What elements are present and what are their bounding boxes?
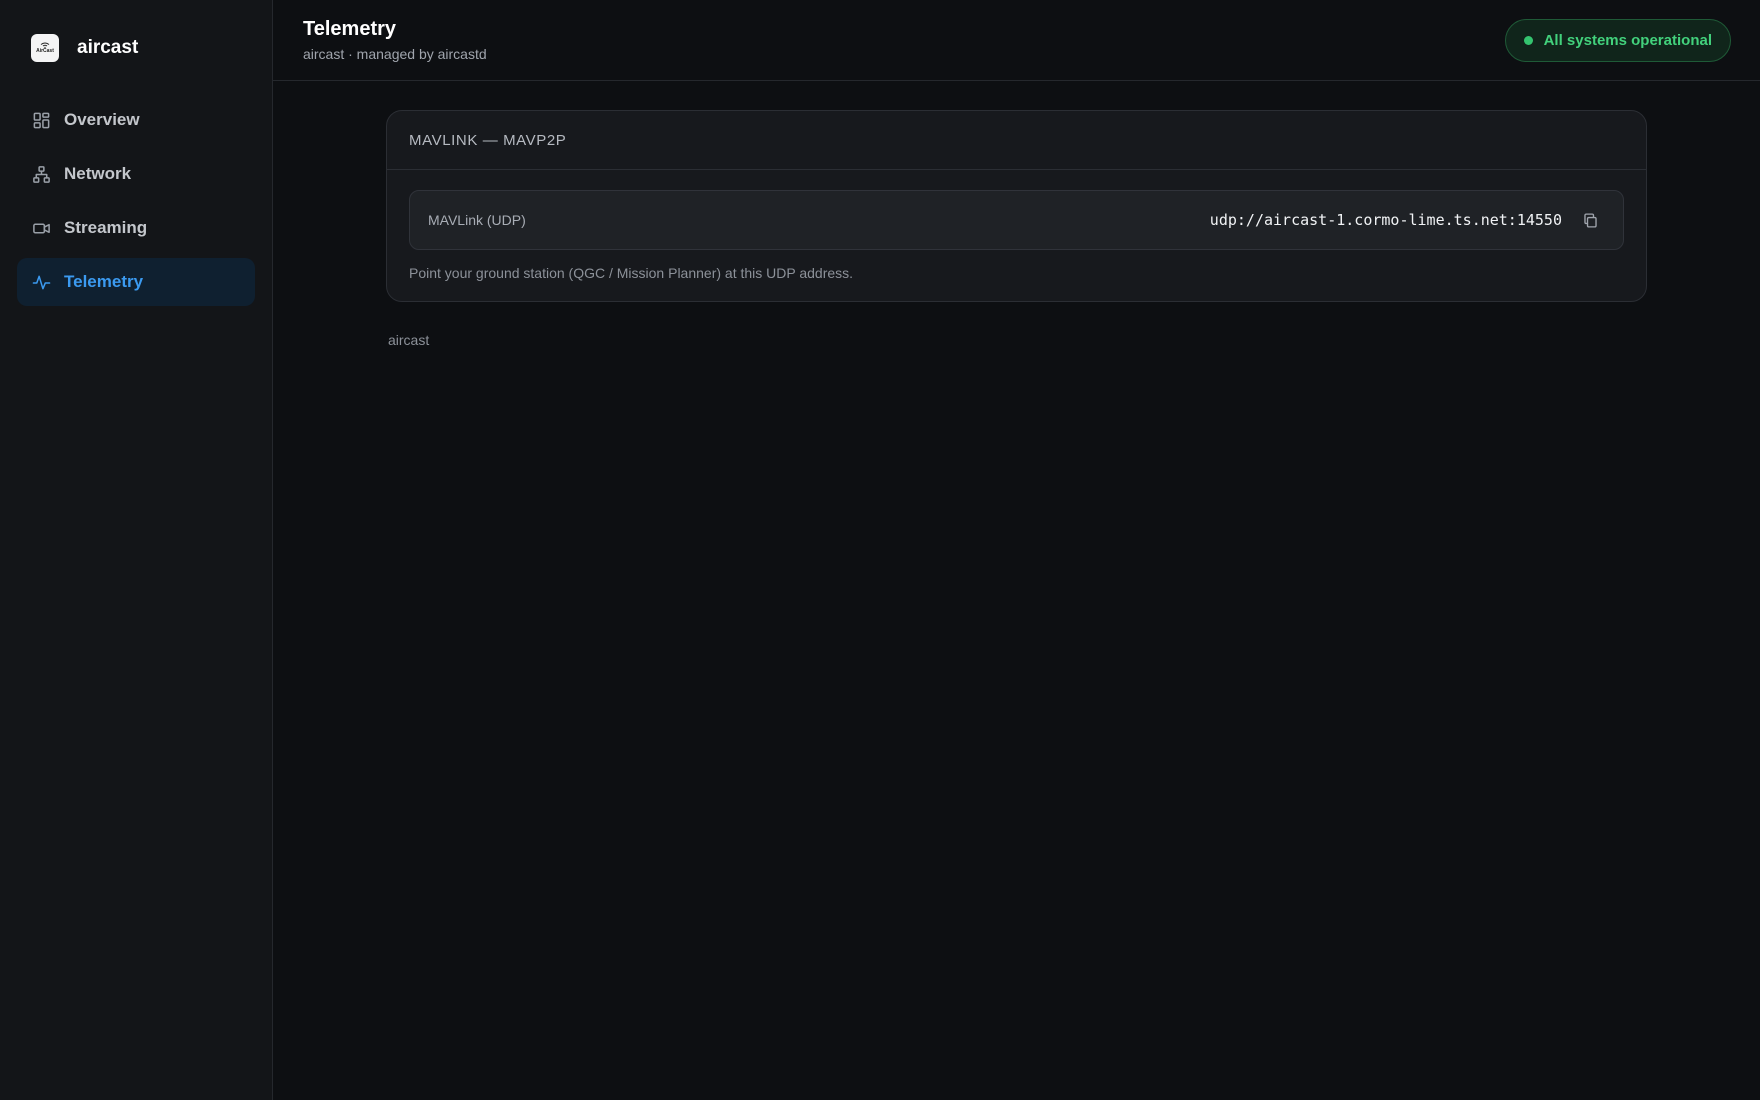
footer-text: aircast <box>388 332 430 348</box>
card-body: MAVLink (UDP) udp://aircast-1.cormo-lime… <box>387 170 1646 281</box>
activity-icon <box>31 272 51 292</box>
status-text: All systems operational <box>1543 31 1712 49</box>
field-label: MAVLink (UDP) <box>428 212 526 228</box>
sidebar-item-label: Overview <box>64 110 140 129</box>
mavlink-card: MAVLINK — MAVP2P MAVLink (UDP) udp://air… <box>386 110 1647 302</box>
sidebar-item-streaming[interactable]: Streaming <box>17 204 255 252</box>
page-heading: Telemetry aircast · managed by aircastd <box>303 18 487 62</box>
sidebar-item-telemetry[interactable]: Telemetry <box>17 258 255 306</box>
app: AirCast aircast Overview Network Streami… <box>0 0 1760 1100</box>
card-title: MAVLINK — MAVP2P <box>387 111 1646 170</box>
page-subtitle: aircast · managed by aircastd <box>303 46 487 62</box>
main-area: Telemetry aircast · managed by aircastd … <box>273 0 1760 1100</box>
grid-icon <box>31 110 51 130</box>
page-header: Telemetry aircast · managed by aircastd … <box>273 0 1760 81</box>
brand-logo-text: AirCast <box>36 48 54 54</box>
copy-icon <box>1583 212 1597 228</box>
hint-text: Point your ground station (QGC / Mission… <box>409 265 854 281</box>
content: MAVLINK — MAVP2P MAVLink (UDP) udp://air… <box>273 81 1760 348</box>
brand[interactable]: AirCast aircast <box>17 0 255 96</box>
status-dot-icon <box>1523 35 1533 45</box>
brand-logo: AirCast <box>31 34 59 62</box>
status-badge: All systems operational <box>1504 18 1731 62</box>
mavlink-udp-field: MAVLink (UDP) udp://aircast-1.cormo-lime… <box>409 190 1624 250</box>
video-camera-icon <box>31 218 51 238</box>
sidebar-item-label: Streaming <box>64 218 148 237</box>
sidebar-item-overview[interactable]: Overview <box>17 96 255 144</box>
sidebar-item-label: Network <box>64 164 132 183</box>
sidebar-item-network[interactable]: Network <box>17 150 255 198</box>
network-icon <box>31 164 51 184</box>
copy-button[interactable] <box>1579 209 1601 231</box>
sidebar: AirCast aircast Overview Network Streami… <box>0 0 273 1100</box>
sidebar-item-label: Telemetry <box>64 272 144 291</box>
page-title: Telemetry <box>303 18 397 40</box>
udp-address-value[interactable]: udp://aircast-1.cormo-lime.ts.net:14550 <box>1210 211 1562 229</box>
brand-name: aircast <box>77 37 139 58</box>
field-value-group: udp://aircast-1.cormo-lime.ts.net:14550 <box>1210 209 1601 231</box>
sidebar-nav: Overview Network Streaming Telemetry <box>17 96 255 306</box>
